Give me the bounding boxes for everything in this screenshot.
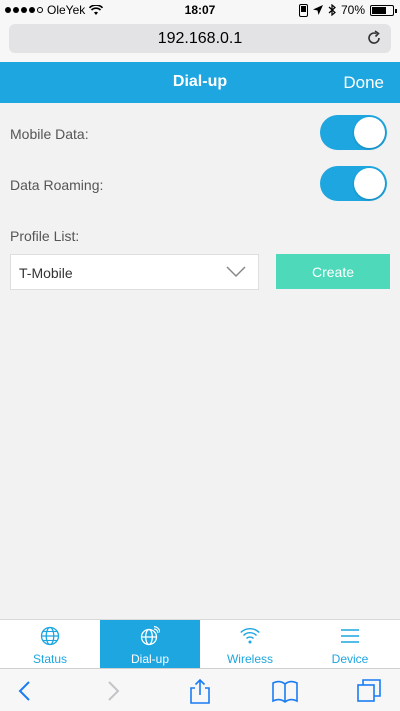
profile-select-value: T-Mobile — [19, 265, 73, 281]
url-text: 192.168.0.1 — [157, 29, 243, 47]
back-icon[interactable] — [12, 678, 38, 704]
wifi-icon — [240, 628, 260, 644]
bluetooth-icon — [328, 4, 336, 16]
phone-icon — [298, 3, 308, 17]
tab-label: Wireless — [226, 652, 273, 666]
tab-status[interactable]: Status — [0, 620, 100, 668]
create-button[interactable]: Create — [276, 254, 390, 289]
menu-icon — [341, 629, 359, 643]
profile-select[interactable]: T-Mobile — [10, 254, 259, 290]
battery-level — [372, 6, 386, 14]
mobile-data-label: Mobile Data: — [10, 126, 89, 142]
toggle-knob — [354, 117, 385, 148]
battery-percent: 70% — [340, 3, 365, 17]
data-roaming-label: Data Roaming: — [10, 177, 104, 193]
tab-label: Status — [32, 652, 68, 666]
forward-icon[interactable] — [100, 678, 126, 704]
status-bar: OleYek 18:07 70% — [0, 0, 400, 20]
browser-chrome: 192.168.0.1 — [0, 20, 400, 62]
dialup-globe-icon — [140, 626, 160, 646]
chevron-down-icon — [226, 266, 246, 278]
mobile-data-toggle[interactable] — [320, 115, 387, 150]
tab-dialup[interactable]: Dial-up — [100, 620, 200, 668]
profile-list-label: Profile List: — [10, 228, 80, 244]
tabs-icon[interactable] — [356, 678, 382, 704]
location-arrow-icon — [312, 5, 323, 15]
tab-label: Device — [331, 652, 369, 666]
battery-icon — [370, 4, 397, 16]
globe-icon — [40, 626, 60, 646]
url-bar[interactable]: 192.168.0.1 — [9, 24, 391, 53]
share-icon[interactable] — [187, 678, 213, 704]
tab-bar: Status Dial-up Wireless Device — [0, 619, 400, 668]
done-button[interactable]: Done — [343, 73, 384, 93]
reload-icon[interactable] — [365, 29, 383, 47]
page-title: Dial-up — [172, 73, 228, 90]
app-header: Dial-up Done — [0, 62, 400, 103]
status-right: 70% — [298, 3, 397, 17]
tab-label: Dial-up — [130, 652, 169, 666]
browser-toolbar — [0, 668, 400, 711]
bookmarks-icon[interactable] — [272, 678, 298, 704]
tab-wireless[interactable]: Wireless — [200, 620, 300, 668]
tab-device[interactable]: Device — [300, 620, 400, 668]
data-roaming-toggle[interactable] — [320, 166, 387, 201]
toggle-knob — [354, 168, 385, 199]
